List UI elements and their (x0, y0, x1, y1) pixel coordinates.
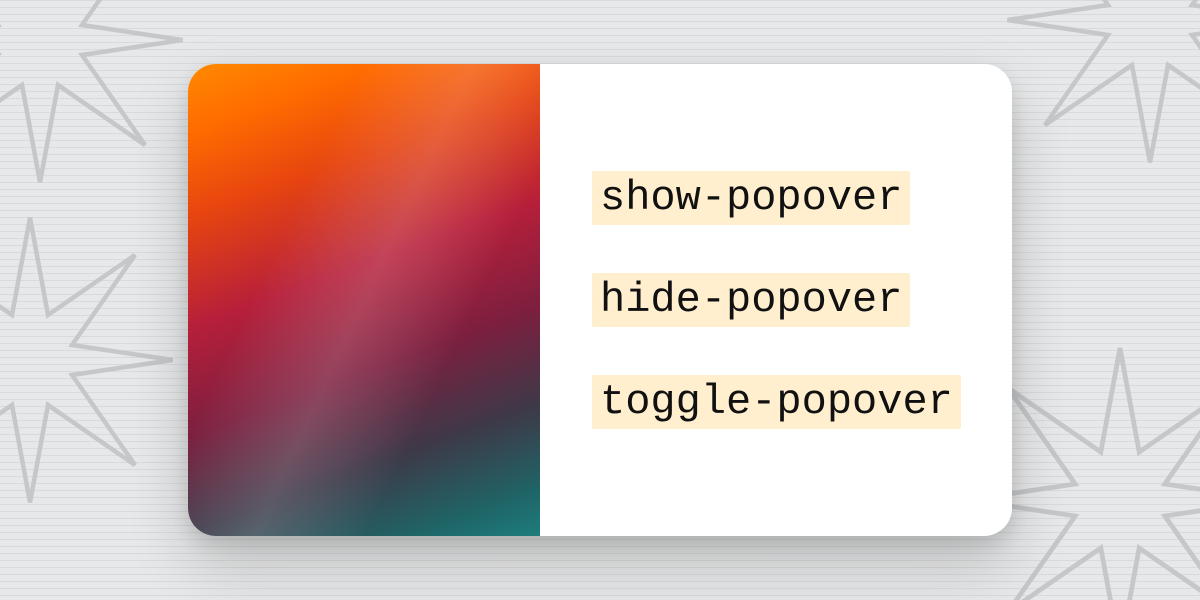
code-list: show-popover hide-popover toggle-popover (540, 64, 1012, 536)
stage: show-popover hide-popover toggle-popover (0, 0, 1200, 600)
gradient-panel (188, 64, 540, 536)
starburst-icon (0, 0, 190, 190)
code-token: hide-popover (592, 273, 910, 327)
code-token: toggle-popover (592, 375, 961, 429)
card: show-popover hide-popover toggle-popover (188, 64, 1012, 536)
code-token: show-popover (592, 171, 910, 225)
starburst-icon (1000, 0, 1200, 170)
starburst-icon (0, 210, 180, 510)
